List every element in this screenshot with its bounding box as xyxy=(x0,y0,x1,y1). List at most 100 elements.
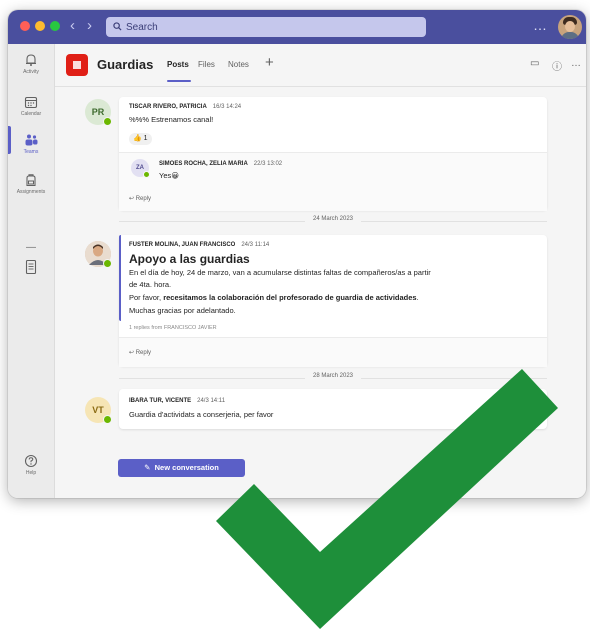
author-name[interactable]: TISCAR RIVERO, PATRICIA xyxy=(129,104,207,110)
reply-summary[interactable]: 1 replies from FRANCISCO JAVIER xyxy=(129,325,217,331)
search-icon xyxy=(113,22,122,31)
forward-arrow-icon[interactable]: › xyxy=(87,18,92,34)
post-card: IBARA TUR, VICENTE 24/3 14:11 Guardia d'a… xyxy=(119,389,547,429)
add-tab-icon[interactable]: + xyxy=(265,54,274,71)
title-bar: ‹ › … xyxy=(8,10,586,44)
tab-posts[interactable]: Posts xyxy=(167,60,189,69)
post-title: Apoyo a las guardias xyxy=(129,252,250,266)
date-label: 28 March 2023 xyxy=(304,373,362,379)
post-author: TISCAR RIVERO, PATRICIA 16/3 14:24 xyxy=(129,104,241,110)
calendar-icon xyxy=(24,96,38,109)
rail-label-assignments: Assignments xyxy=(16,189,46,195)
rail-item-assignments[interactable]: Assignments xyxy=(8,168,54,212)
author-name[interactable]: IBARA TUR, VICENTE xyxy=(129,398,191,404)
maximize-window-button[interactable] xyxy=(50,21,60,31)
tab-files[interactable]: Files xyxy=(198,60,215,69)
meet-icon[interactable]: ▭ xyxy=(530,58,539,69)
reply-button[interactable]: ↩ Reply xyxy=(129,349,151,356)
avatar-initials: PR xyxy=(91,107,105,117)
posts-feed: PR TISCAR RIVERO, PATRICIA 16/3 14:24 %%%… xyxy=(55,87,586,498)
more-options-icon[interactable]: … xyxy=(533,17,547,33)
reply-bar: ↩ Reply xyxy=(119,337,547,367)
team-logo xyxy=(66,54,88,76)
channel-header: Guardias Posts Files Notes + ▭ ⓘ … xyxy=(55,44,586,87)
presence-available-icon xyxy=(103,117,112,126)
rail-item-teams[interactable]: Teams xyxy=(8,128,54,172)
post-body-text: Por favor, xyxy=(129,293,164,302)
bell-icon xyxy=(26,54,36,66)
teams-window: ‹ › … Activity xyxy=(8,10,586,498)
reply-button[interactable]: ↩ Reply xyxy=(129,195,151,202)
avatar[interactable]: VT xyxy=(85,397,112,424)
info-icon[interactable]: ⓘ xyxy=(552,58,562,73)
help-icon xyxy=(24,454,38,468)
new-conversation-label: New conversation xyxy=(154,463,219,472)
minimize-window-button[interactable] xyxy=(35,21,45,31)
avatar[interactable]: ZA xyxy=(131,159,150,178)
post-card: TISCAR RIVERO, PATRICIA 16/3 14:24 %%% Es… xyxy=(119,97,547,211)
post-body-bold: recesitamos la colaboración del profesor… xyxy=(163,293,417,302)
close-window-button[interactable] xyxy=(20,21,30,31)
post-body-line: de 4ta. hora. xyxy=(129,280,172,289)
post-body-line: En el día de hoy, 24 de marzo, van a acu… xyxy=(129,268,431,277)
backpack-icon xyxy=(26,174,36,187)
tab-notes[interactable]: Notes xyxy=(228,60,249,69)
rail-item-activity[interactable]: Activity xyxy=(8,48,54,92)
teams-icon xyxy=(25,134,37,146)
post-author: IBARA TUR, VICENTE 24/3 14:11 xyxy=(129,398,225,404)
presence-available-icon xyxy=(103,259,112,268)
avatar-initials: ZA xyxy=(136,165,144,171)
channel-content: Guardias Posts Files Notes + ▭ ⓘ … PR TI… xyxy=(55,44,586,498)
rail-label-teams: Teams xyxy=(23,149,39,155)
reply-label: Reply xyxy=(135,350,152,356)
reply-label: Reply xyxy=(135,196,152,202)
post-text: Guardia d'actividats a conserjeria, per … xyxy=(129,410,274,419)
team-logo-icon xyxy=(73,61,81,69)
reply-text: Yes😀 xyxy=(159,171,180,180)
user-avatar[interactable] xyxy=(558,15,582,39)
rail-item-help[interactable]: Help xyxy=(8,449,54,493)
date-label: 24 March 2023 xyxy=(304,216,362,222)
post-body-text: . xyxy=(416,293,419,302)
thumbs-up-icon: 👍 xyxy=(133,135,142,142)
rail-label-activity: Activity xyxy=(23,69,39,75)
rail-item-document[interactable] xyxy=(8,254,54,298)
document-icon xyxy=(25,259,37,275)
important-accent-bar xyxy=(119,235,121,321)
reaction-badge[interactable]: 👍 1 xyxy=(129,133,152,145)
author-name[interactable]: FUSTER MOLINA, JUAN FRANCISCO xyxy=(129,242,235,248)
reply-timestamp: 22/3 13:02 xyxy=(253,161,283,167)
team-name: Guardias xyxy=(97,57,154,72)
new-conversation-button[interactable]: ✎ New conversation xyxy=(118,459,245,477)
post-text: %%% Estrenamos canal! xyxy=(129,115,214,124)
app-rail: Activity Calendar Teams Assignments — He… xyxy=(8,44,55,498)
date-separator: 24 March 2023 xyxy=(119,216,547,226)
rail-label-calendar: Calendar xyxy=(20,111,42,117)
reply-arrow-icon: ↩ xyxy=(129,196,135,202)
post-body-line: Por favor, recesitamos la colaboración d… xyxy=(129,293,419,302)
search-input[interactable] xyxy=(126,19,416,35)
date-separator: 28 March 2023 xyxy=(119,373,547,383)
compose-icon: ✎ xyxy=(144,463,151,472)
avatar[interactable]: PR xyxy=(85,99,112,126)
post-timestamp: 16/3 14:24 xyxy=(212,104,242,110)
rail-label-help: Help xyxy=(25,470,37,476)
reply-arrow-icon: ↩ xyxy=(129,350,135,356)
reply-author: SIMOES ROCHA, ZELIA MARIA 22/3 13:02 xyxy=(159,161,282,167)
presence-available-icon xyxy=(103,415,112,424)
avatar-initials: VT xyxy=(92,405,104,415)
post-card: FUSTER MOLINA, JUAN FRANCISCO 24/3 11:14 … xyxy=(119,235,547,367)
active-tab-indicator xyxy=(167,80,191,82)
avatar[interactable] xyxy=(85,241,112,268)
post-author: FUSTER MOLINA, JUAN FRANCISCO 24/3 11:14 xyxy=(129,242,269,248)
header-more-icon[interactable]: … xyxy=(571,58,581,69)
reaction-count: 1 xyxy=(143,135,148,142)
search-box[interactable] xyxy=(106,17,426,37)
post-body-line: Muchas gracias por adelantado. xyxy=(129,306,236,315)
more-apps-icon[interactable]: — xyxy=(8,242,54,253)
post-timestamp: 24/3 11:14 xyxy=(241,242,270,248)
author-name[interactable]: SIMOES ROCHA, ZELIA MARIA xyxy=(159,161,248,167)
reply-thread: ZA SIMOES ROCHA, ZELIA MARIA 22/3 13:02 Y… xyxy=(119,152,547,211)
post-timestamp: 24/3 14:11 xyxy=(197,398,226,404)
back-arrow-icon[interactable]: ‹ xyxy=(70,18,75,34)
